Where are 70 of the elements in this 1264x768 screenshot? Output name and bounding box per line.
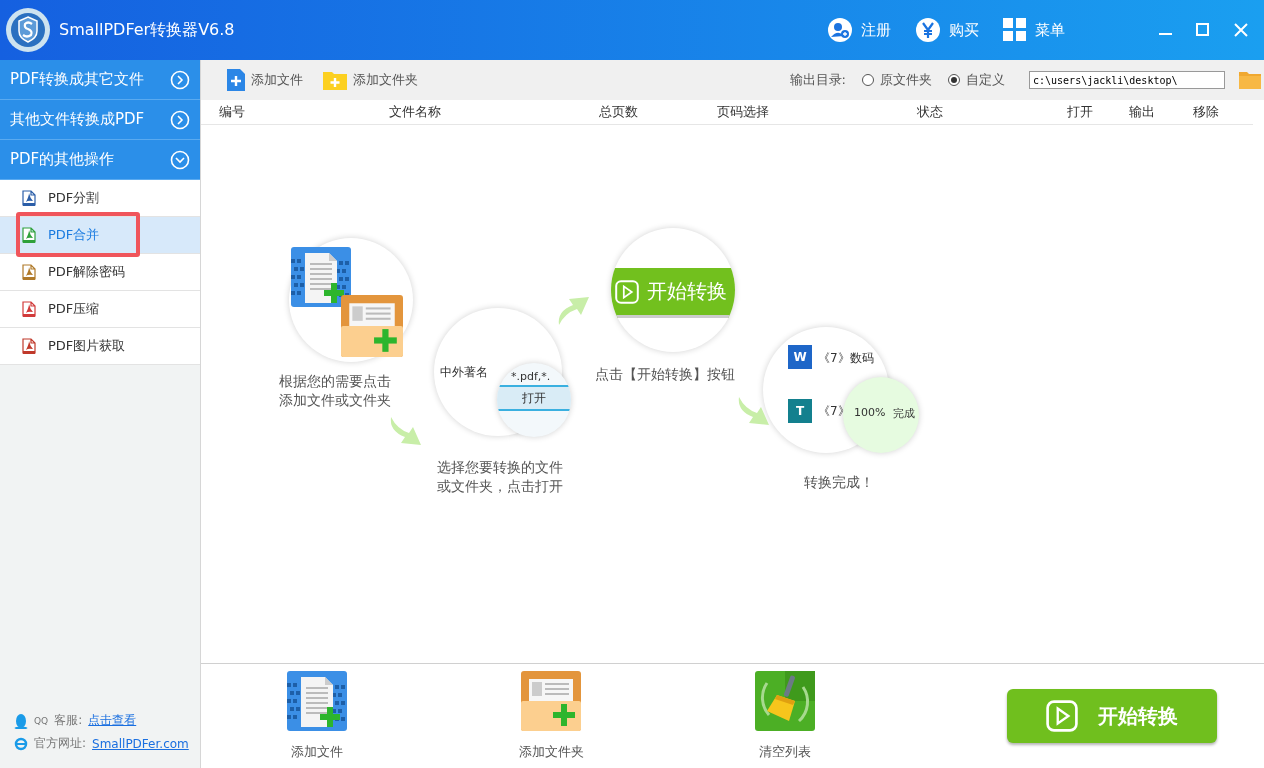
sidebar-item[interactable]: PDF压缩 — [0, 291, 200, 328]
word-file-icon: W — [788, 345, 812, 369]
step-caption: 转换完成！ — [804, 473, 874, 492]
output-radio[interactable]: 自定义 — [948, 71, 1005, 89]
play-icon — [615, 279, 639, 304]
start-button-image: 开始转换 — [611, 268, 735, 318]
file-name-text: 《7》数码 — [818, 350, 874, 367]
user-icon — [827, 17, 853, 43]
step-caption: 选择您要转换的文件或文件夹，点击打开 — [437, 458, 564, 496]
file-name-text: 中外著名 — [440, 364, 488, 381]
text-file-icon: T — [788, 399, 812, 423]
sidebar-item[interactable]: PDF解除密码 — [0, 254, 200, 291]
maximize-button[interactable] — [1196, 23, 1210, 37]
step-caption: 点击【开始转换】按钮 — [595, 365, 735, 384]
output-label: 输出目录: — [789, 71, 846, 89]
file-drawing — [291, 247, 351, 307]
shield-logo-icon — [5, 7, 51, 53]
clear-button[interactable]: 清空列表 — [755, 671, 815, 761]
window-title: SmallPDFer转换器V6.8 — [59, 19, 236, 41]
close-button[interactable] — [1234, 23, 1248, 37]
folder-drawing — [341, 295, 403, 357]
support-link[interactable]: 点击查看 — [88, 712, 137, 729]
item-label: PDF解除密码 — [48, 263, 126, 281]
add-folder-icon — [323, 70, 347, 90]
column-header: 打开 — [1067, 103, 1094, 121]
item-label: PDF图片获取 — [48, 337, 126, 355]
sidebar-item[interactable]: PDF分割 — [0, 180, 200, 217]
close-icon — [1234, 23, 1248, 37]
add-file-button[interactable]: 添加文件 — [227, 69, 303, 91]
play-icon — [1046, 700, 1078, 732]
sidebar-item[interactable]: PDF图片获取 — [0, 328, 200, 365]
chevron-icon — [170, 149, 190, 170]
website-label: 官方网址: — [34, 735, 87, 752]
maximize-icon — [1196, 23, 1210, 37]
add-file-icon — [227, 69, 245, 91]
column-header: 输出 — [1129, 103, 1156, 121]
item-label: PDF分割 — [48, 189, 100, 207]
add-folder-button[interactable]: 添加文件夹 — [521, 671, 581, 761]
sidebar-item[interactable]: PDF合并 — [0, 217, 200, 254]
item-label: PDF合并 — [48, 226, 100, 244]
step-caption: 根据您的需要点击添加文件或文件夹 — [279, 372, 391, 410]
qq-label: QQ — [34, 715, 49, 726]
chevron-icon — [170, 69, 190, 90]
item-label: PDF压缩 — [48, 300, 100, 318]
register-button[interactable]: 注册 — [827, 17, 891, 43]
column-header: 文件名称 — [389, 103, 442, 121]
minimize-icon — [1159, 33, 1172, 35]
add-file-icon — [287, 671, 347, 731]
yen-icon — [915, 17, 941, 43]
column-header: 总页数 — [599, 103, 639, 121]
column-header: 页码选择 — [717, 103, 770, 121]
grid-icon — [1003, 18, 1027, 42]
support-label: 客服: — [54, 712, 83, 729]
output-radio[interactable]: 原文件夹 — [862, 71, 932, 89]
add-folder-button[interactable]: 添加文件夹 — [323, 70, 418, 90]
column-header: 移除 — [1193, 103, 1220, 121]
add-file-button[interactable]: 添加文件 — [287, 671, 347, 761]
column-header: 编号 — [219, 103, 246, 121]
file-filter-text: *.pdf,*. — [511, 370, 551, 383]
chevron-icon — [170, 109, 190, 130]
status-text: 完成 — [893, 406, 915, 421]
add-folder-icon — [521, 671, 581, 731]
website-link[interactable]: SmallPDFer.com — [92, 736, 189, 751]
broom-icon — [755, 671, 815, 731]
percent-text: 100% — [854, 406, 886, 419]
folder-icon[interactable] — [1239, 71, 1261, 89]
output-path-field[interactable]: c:\users\jackli\desktop\ — [1029, 71, 1225, 89]
column-header: 状态 — [917, 103, 944, 121]
file-name-text: 《7》 — [818, 403, 850, 420]
open-button-image: 打开 — [497, 385, 571, 411]
